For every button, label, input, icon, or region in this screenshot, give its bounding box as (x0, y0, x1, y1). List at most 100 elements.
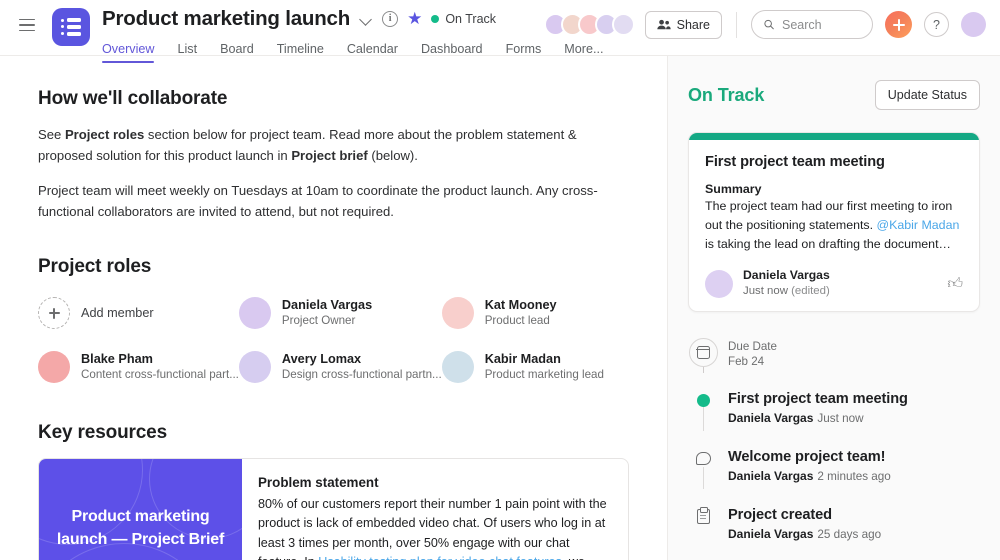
member-name: Avery Lomax (281, 352, 362, 366)
status-accent-bar (689, 133, 979, 140)
timeline-time: Just now (817, 412, 864, 425)
role-member-kat-mooney[interactable]: Kat Mooney Product lead (441, 292, 629, 334)
member-role: Design cross-functional partn... (281, 368, 442, 381)
page-body: How we'll collaborate See Project roles … (0, 56, 1000, 560)
role-member-kabir-madan[interactable]: Kabir Madan Product marketing lead (441, 346, 629, 388)
timeline-item-first-meeting[interactable]: First project team meeting Daniela Varga… (688, 389, 980, 447)
update-status-button[interactable]: Update Status (874, 80, 980, 110)
text-fragment: (below). (367, 148, 418, 163)
add-member-button[interactable]: Add member (38, 292, 239, 334)
problem-statement-text: 80% of our customers report their number… (258, 495, 612, 560)
timeline-author: Daniela Vargas (728, 411, 814, 425)
usability-testing-link[interactable]: Usability testing plan for video chat fe… (318, 555, 562, 560)
project-roles-heading: Project roles (38, 256, 152, 277)
member-role: Content cross-functional part... (81, 368, 239, 381)
member-avatar-stack[interactable] (543, 13, 635, 36)
comment-bubble-icon (695, 452, 711, 465)
top-bar: Product marketing launch i ★ On Track Ov… (0, 0, 1000, 63)
calendar-icon (688, 338, 718, 367)
timeline-meta: Daniela Vargas 2 minutes ago (728, 469, 891, 483)
plus-icon[interactable] (885, 11, 912, 38)
divider (736, 11, 737, 38)
avatar[interactable] (611, 13, 635, 36)
project-brief-preview: Problem statement 80% of our customers r… (242, 459, 628, 560)
avatar (441, 351, 474, 383)
edited-label: (edited) (791, 285, 830, 297)
avatar (441, 297, 474, 329)
summary-label: Summary (705, 182, 762, 196)
member-name: Kat Mooney (484, 298, 557, 312)
project-list-icon[interactable] (52, 8, 90, 46)
role-member-daniela-vargas[interactable]: Daniela Vargas Project Owner (238, 292, 442, 334)
activity-timeline: Due Date Feb 24 First project team meeti… (688, 338, 980, 541)
status-card-title: First project team meeting (705, 154, 885, 170)
text-fragment: is taking the lead on drafting the docum… (705, 237, 951, 251)
timeline-meta: Daniela Vargas Just now (728, 411, 908, 425)
project-brief-title: Product marketing launch — Project Brief (56, 508, 225, 548)
question-mark-icon[interactable]: ? (924, 12, 949, 37)
text-fragment: 80% of our customers report their number… (258, 497, 607, 560)
clipboard-icon (696, 507, 710, 524)
status-dot-icon (431, 15, 440, 23)
project-brief-card[interactable]: Product marketing launch — Project Brief… (38, 458, 629, 560)
timeline-title[interactable]: Project created (728, 506, 881, 525)
thumbs-up-icon[interactable]: 👍︎ (947, 276, 963, 291)
status-badge-label: On Track (445, 12, 497, 26)
role-member-avery-lomax[interactable]: Avery Lomax Design cross-functional part… (238, 346, 442, 388)
collaborate-paragraph-2: Project team will meet weekly on Tuesday… (38, 183, 598, 219)
avatar (38, 351, 70, 383)
chevron-down-icon[interactable] (359, 12, 373, 26)
status-sidebar: On Track Update Status First project tea… (667, 56, 1000, 560)
text-bold-project-brief: Project brief (291, 148, 368, 163)
status-card-footer: Daniela Vargas Just now (edited) 👍︎ (705, 268, 963, 299)
avatar (705, 269, 733, 298)
avatar (238, 297, 271, 329)
status-author-name: Daniela Vargas (743, 268, 830, 282)
status-heading: On Track (688, 84, 765, 105)
timeline-title[interactable]: Welcome project team! (728, 448, 891, 467)
share-button-label: Share (676, 17, 710, 32)
info-icon[interactable]: i (382, 11, 399, 27)
timeline-item-welcome[interactable]: Welcome project team! Daniela Vargas 2 mi… (688, 447, 980, 505)
summary-text: The project team had our first meeting t… (705, 197, 963, 254)
project-brief-thumbnail[interactable]: Product marketing launch — Project Brief… (39, 459, 242, 560)
avatar (238, 351, 271, 383)
due-date-value: Feb 24 (728, 355, 765, 368)
search-icon (764, 19, 774, 30)
collaborate-paragraph-1: See Project roles section below for proj… (38, 124, 629, 166)
timeline-author: Daniela Vargas (728, 469, 814, 483)
timestamp-value: Just now (743, 285, 788, 297)
project-roles-grid: Add member Daniela Vargas Project Owner (38, 292, 629, 388)
collaborate-heading: How we'll collaborate (38, 88, 228, 109)
search-input[interactable] (751, 10, 873, 39)
member-name: Daniela Vargas (281, 298, 373, 312)
hamburger-icon[interactable] (12, 10, 42, 40)
status-update-card[interactable]: First project team meeting Summary The p… (688, 132, 980, 312)
overview-main: How we'll collaborate See Project roles … (0, 56, 667, 560)
key-resources-heading: Key resources (38, 422, 168, 443)
status-header: On Track Update Status (688, 80, 980, 110)
status-dot-icon (696, 394, 710, 407)
mention-kabir-madan[interactable]: @Kabir Madan (877, 218, 960, 232)
member-role: Product lead (484, 314, 550, 327)
timeline-item-due-date: Due Date Feb 24 (688, 338, 980, 389)
top-bar-actions: Share ? (543, 10, 986, 39)
timeline-time: 2 minutes ago (817, 470, 891, 483)
timeline-title[interactable]: First project team meeting (728, 390, 908, 409)
search-field[interactable] (782, 17, 860, 32)
status-timestamp: Just now (edited) (743, 283, 830, 299)
star-icon[interactable]: ★ (407, 10, 422, 27)
timeline-item-project-created[interactable]: Project created Daniela Vargas 25 days ag… (688, 505, 980, 541)
add-member-label: Add member (81, 306, 154, 320)
member-role: Project Owner (281, 314, 356, 327)
share-button[interactable]: Share (644, 10, 722, 39)
status-badge[interactable]: On Track (431, 12, 496, 26)
avatar[interactable] (961, 12, 986, 37)
timeline-meta: Daniela Vargas 25 days ago (728, 527, 881, 541)
text-bold-project-roles: Project roles (64, 127, 145, 142)
member-role: Product marketing lead (484, 368, 604, 381)
role-member-blake-pham[interactable]: Blake Pham Content cross-functional part… (38, 346, 239, 388)
due-date-label: Due Date (728, 340, 777, 353)
problem-statement-heading: Problem statement (258, 475, 379, 490)
text-fragment: See (38, 127, 65, 142)
